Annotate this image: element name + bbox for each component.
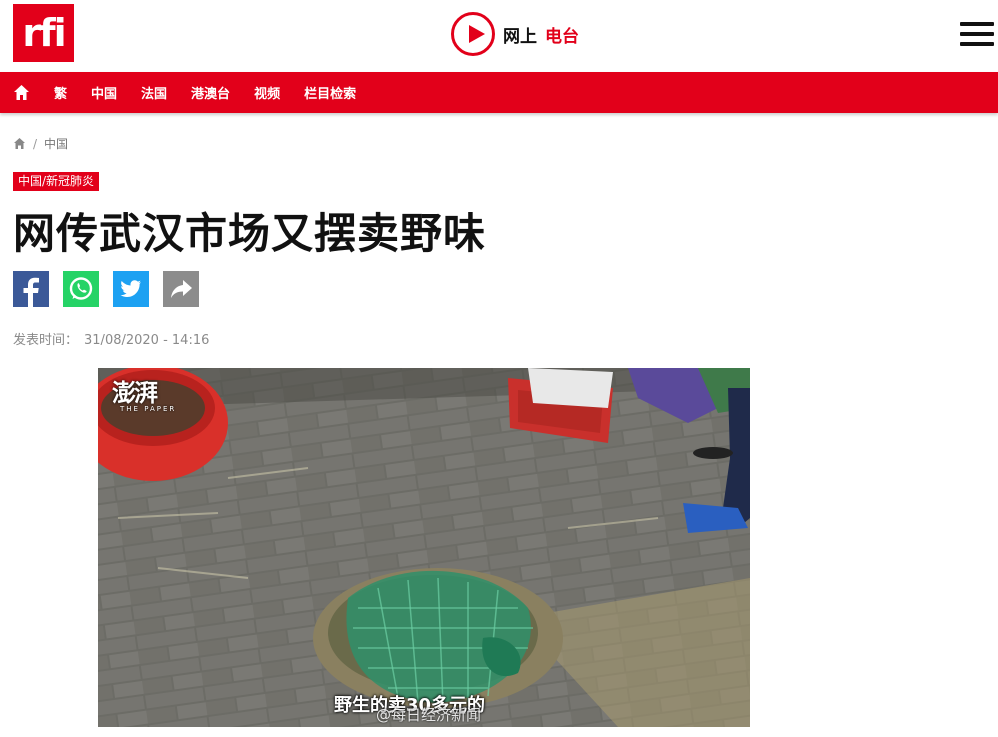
breadcrumb-home-icon[interactable]: [13, 137, 26, 150]
site-header: rfi 网上 电台: [0, 0, 998, 72]
the-paper-watermark: 澎湃: [112, 379, 158, 407]
breadcrumb: / 中国: [13, 135, 68, 152]
radio-label: 网上: [503, 26, 537, 47]
weibo-credit: @每日经济新闻: [376, 706, 482, 724]
category-tag[interactable]: 中国/新冠肺炎: [13, 172, 100, 191]
publish-date-value: 31/08/2020 - 14:16: [84, 333, 210, 348]
play-icon: [451, 12, 495, 56]
nav-item-program-search[interactable]: 栏目检索: [304, 83, 356, 102]
the-paper-watermark-sub: THE PAPER: [120, 405, 177, 413]
share-icon[interactable]: [163, 271, 199, 307]
nav-item-hk-macau-taiwan[interactable]: 港澳台: [191, 83, 230, 102]
breadcrumb-current[interactable]: 中国: [44, 135, 68, 152]
article-title: 网传武汉市场又摆卖野味: [13, 209, 487, 258]
rfi-logo[interactable]: rfi: [13, 4, 74, 62]
nav-item-traditional[interactable]: 繁: [54, 83, 67, 102]
share-bar: [13, 271, 213, 307]
facebook-icon[interactable]: [13, 271, 49, 307]
publish-date: 发表时间： 31/08/2020 - 14:16: [13, 329, 209, 348]
nav-item-video[interactable]: 视频: [254, 83, 280, 102]
whatsapp-icon[interactable]: [63, 271, 99, 307]
publish-date-label: 发表时间：: [13, 333, 79, 348]
breadcrumb-separator: /: [33, 136, 38, 151]
nav-item-france[interactable]: 法国: [141, 83, 167, 102]
main-nav: 繁 中国 法国 港澳台 视频 栏目检索: [0, 72, 998, 113]
hamburger-menu-icon[interactable]: [960, 22, 994, 46]
radio-accent-label: 电台: [545, 26, 579, 47]
online-radio-label: 网上 电台: [503, 22, 579, 47]
nav-item-china[interactable]: 中国: [91, 83, 117, 102]
home-icon[interactable]: [13, 84, 30, 101]
twitter-icon[interactable]: [113, 271, 149, 307]
online-radio-button[interactable]: 网上 电台: [451, 12, 579, 56]
article-photo: 澎湃 THE PAPER 野生的卖30多元的 @每日经济新闻: [98, 368, 750, 727]
market-pavement-image: [98, 368, 750, 727]
